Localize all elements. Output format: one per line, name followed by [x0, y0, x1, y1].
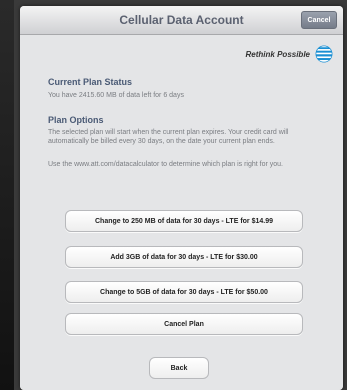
add-3gb-button[interactable]: Add 3GB of data for 30 days - LTE for $3…: [65, 246, 303, 268]
change-5gb-button[interactable]: Change to 5GB of data for 30 days - LTE …: [65, 281, 303, 303]
current-plan-text: You have 2415.60 MB of data left for 6 d…: [48, 92, 184, 99]
att-globe-icon: [315, 45, 333, 63]
plan-options-heading: Plan Options: [48, 115, 104, 125]
dialog-titlebar: Cellular Data Account Cancel: [20, 6, 343, 35]
dialog-content: Rethink Possible Current Plan Status You…: [20, 35, 343, 390]
current-plan-heading: Current Plan Status: [48, 77, 133, 87]
backdrop-left-strip: [0, 0, 14, 390]
change-250mb-button[interactable]: Change to 250 MB of data for 30 days - L…: [65, 210, 303, 232]
cancel-button[interactable]: Cancel: [301, 11, 337, 29]
cancel-plan-button[interactable]: Cancel Plan: [65, 313, 303, 335]
dialog-title: Cellular Data Account: [119, 13, 244, 27]
plan-options-description: The selected plan will start when the cu…: [48, 129, 289, 145]
calculator-note: Use the www.att.com/datacalculator to de…: [48, 161, 283, 168]
brand-logo: Rethink Possible: [246, 45, 333, 63]
brand-tagline: Rethink Possible: [245, 49, 310, 59]
back-button[interactable]: Back: [149, 357, 209, 379]
cellular-data-dialog: Cellular Data Account Cancel Rethink Pos…: [20, 6, 343, 390]
